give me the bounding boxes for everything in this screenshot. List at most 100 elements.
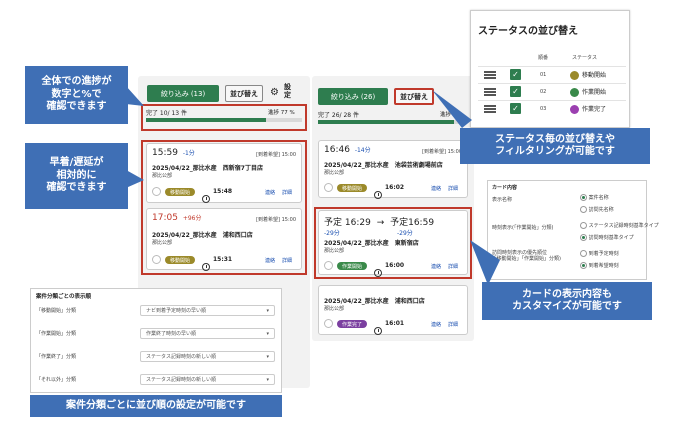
drag-handle-icon[interactable] [484, 88, 496, 96]
setting-label: 訪問時刻表示の優先順位 (「移動開始」「作業開始」分類) [492, 250, 561, 262]
status-sort-row[interactable]: ✓ 01 移動開始 [478, 66, 626, 82]
category-label: 「移動開始」分類 [36, 308, 77, 314]
card-time: 16:46 [324, 145, 350, 155]
sort-button-middle[interactable]: 並び替え [394, 88, 434, 105]
detail-link[interactable]: 詳細 [448, 321, 458, 328]
card-sub: 那比公部 [324, 170, 345, 176]
radio-unselected[interactable] [580, 222, 587, 229]
radio-selected[interactable] [580, 194, 587, 201]
card-plan-start: 予定 16:29 [324, 218, 371, 228]
contact-link[interactable]: 連絡 [265, 257, 275, 264]
category-sort-title: 案件分類ごとの表示順 [36, 294, 91, 300]
category-select[interactable]: ステータス記録時刻の新しい順 ▾ [140, 351, 275, 362]
card-request: [到着希望] 15:00 [422, 149, 462, 155]
check-circle-icon[interactable] [324, 261, 333, 270]
contact-link[interactable]: 連絡 [431, 321, 441, 328]
card-date-name: 2025/04/22_那比水産 池袋芸術劇場前店 [324, 162, 443, 169]
chevron-down-icon: ▾ [266, 330, 269, 337]
detail-link[interactable]: 詳細 [448, 185, 458, 192]
detail-link[interactable]: 詳細 [282, 257, 292, 264]
filter-label: 絞り込み [330, 92, 359, 101]
sort-label: 並び替え [400, 92, 428, 101]
check-circle-icon[interactable] [324, 183, 333, 192]
check-circle-icon[interactable] [152, 255, 161, 264]
progress-text: 完了 26/ 28 件 [318, 112, 360, 119]
progress-text: 完了 10/ 13 件 [146, 110, 188, 117]
clock-icon [374, 269, 382, 277]
radio-unselected[interactable] [580, 206, 587, 213]
gear-icon[interactable]: ⚙ [270, 87, 279, 98]
radio-option[interactable]: ステータス記録時刻基準タイプ [580, 222, 659, 229]
card-diff-end: -29分 [397, 230, 413, 237]
callout-progress: 全体での進捗が 数字と%で 確認できます [25, 66, 128, 124]
status-name: 作業完了 [582, 106, 607, 113]
drag-handle-icon[interactable] [484, 105, 496, 113]
card-diff-early: -14分 [354, 147, 371, 154]
radio-selected[interactable] [580, 234, 587, 241]
check-circle-icon[interactable] [324, 319, 333, 328]
callout-pointer [470, 240, 500, 285]
option-label: 到着希望時刻 [588, 263, 619, 269]
contact-link[interactable]: 連絡 [431, 185, 441, 192]
card-diff-late: +96分 [182, 215, 202, 222]
option-label: 訪問先名称 [588, 207, 614, 213]
col-order-header: 順番 [538, 55, 549, 61]
sort-label: 並び替え [230, 89, 258, 98]
card-clock-time: 16:01 [385, 320, 405, 327]
contact-link[interactable]: 連絡 [431, 263, 441, 270]
category-select[interactable]: 作業終了時刻の早い順 ▾ [140, 328, 275, 339]
task-card[interactable]: 16:46 -14分 [到着希望] 15:00 2025/04/22_那比水産 … [318, 140, 468, 199]
status-name: 作業開始 [582, 89, 607, 96]
callout-sort-filter: ステータス毎の並び替えや フィルタリングが可能です [460, 128, 650, 164]
status-color-dot [570, 71, 579, 80]
status-sort-row[interactable]: ✓ 02 作業開始 [478, 83, 626, 99]
contact-link[interactable]: 連絡 [265, 189, 275, 196]
drag-handle-icon[interactable] [484, 71, 496, 79]
detail-link[interactable]: 詳細 [448, 263, 458, 270]
callout-pointer [432, 90, 472, 128]
card-diff-start: -29分 [324, 230, 340, 237]
settings-label[interactable]: 設 定 [284, 83, 291, 99]
filter-button-middle[interactable]: 絞り込み (26) [318, 88, 388, 105]
category-select[interactable]: ナビ到着予定時刻の早い順 ▾ [140, 305, 275, 316]
task-card[interactable]: 予定 16:29 → 予定16:59 -29分 -29分 2025/04/22_… [318, 210, 468, 277]
checkbox-checked[interactable]: ✓ [510, 86, 521, 97]
category-select[interactable]: ステータス記録時刻の新しい順 ▾ [140, 374, 275, 385]
status-sort-row[interactable]: ✓ 03 作業完了 [478, 100, 626, 116]
select-value: 作業終了時刻の早い順 [146, 331, 197, 337]
checkbox-checked[interactable]: ✓ [510, 69, 521, 80]
callout-pointer [126, 170, 144, 188]
radio-option[interactable]: 訪問時刻基準タイプ [580, 234, 634, 241]
card-content-title: カード内容 [492, 185, 518, 191]
check-circle-icon[interactable] [152, 187, 161, 196]
radio-option[interactable]: 到着予定時刻 [580, 250, 619, 257]
callout-category-sort: 案件分類ごとに並び順の設定が可能です [30, 395, 282, 417]
callout-early-late: 早着/遅延が 相対的に 確認できます [25, 143, 128, 209]
task-card[interactable]: 2025/04/22_那比水産 浦和西口店 那比公部 作業完了 16:01 連絡… [318, 285, 468, 335]
callout-customize: カードの表示内容も カスタマイズが可能です [482, 282, 652, 320]
card-plan-end: 予定16:59 [390, 218, 435, 228]
radio-option[interactable]: 到着希望時刻 [580, 262, 619, 269]
status-order: 02 [540, 89, 547, 95]
status-order: 01 [540, 72, 547, 78]
task-card[interactable]: 15:59 -1分 [到着希望] 15:00 2025/04/22_那比水産 西… [146, 143, 302, 203]
option-label: 訪問時刻基準タイプ [588, 235, 634, 241]
checkbox-checked[interactable]: ✓ [510, 103, 521, 114]
card-request: [到着希望] 15:00 [256, 217, 296, 223]
arrow-right-icon: → [376, 218, 385, 228]
status-order: 03 [540, 106, 547, 112]
radio-option[interactable]: 訪問先名称 [580, 206, 614, 213]
card-date-name: 2025/04/22_那比水産 西新宿7丁目店 [152, 165, 263, 172]
task-card[interactable]: 17:05 +96分 [到着希望] 15:00 2025/04/22_那比水産 … [146, 208, 302, 271]
progress-percent: 進捗 77 % [268, 110, 295, 116]
filter-button-left[interactable]: 絞り込み (13) [147, 85, 219, 102]
sort-button-left[interactable]: 並び替え [225, 85, 263, 102]
status-name: 移動開始 [582, 72, 607, 79]
radio-option[interactable]: 案件名称 [580, 194, 609, 201]
option-label: ステータス記録時刻基準タイプ [588, 223, 659, 229]
radio-unselected[interactable] [580, 250, 587, 257]
detail-link[interactable]: 詳細 [282, 189, 292, 196]
card-clock-time: 16:02 [385, 184, 405, 191]
card-date-name: 2025/04/22_那比水産 浦和西口店 [152, 232, 253, 239]
radio-selected[interactable] [580, 262, 587, 269]
